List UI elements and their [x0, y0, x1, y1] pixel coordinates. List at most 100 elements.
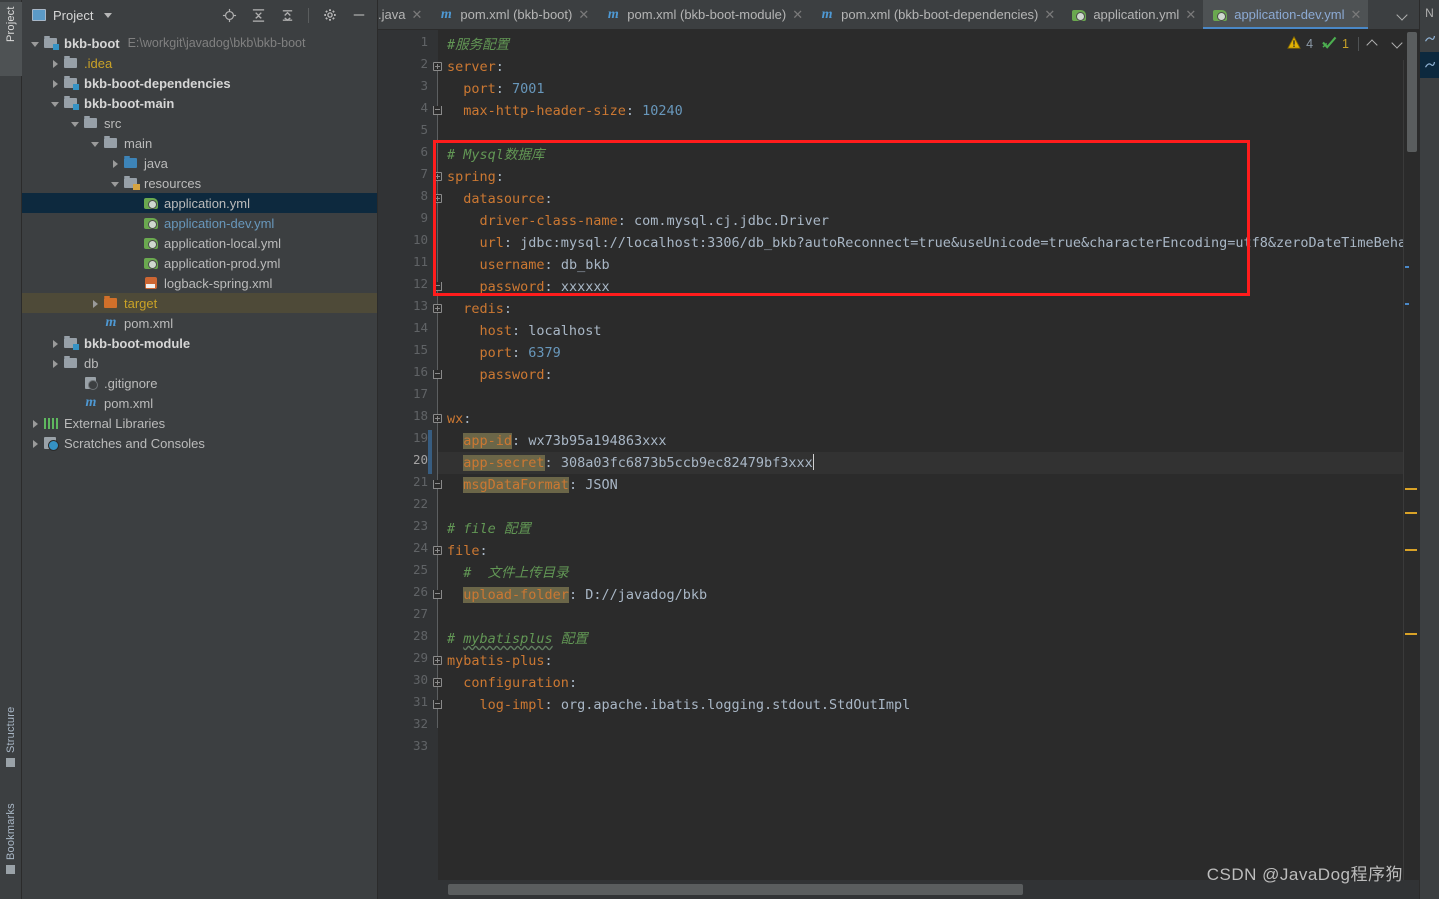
- editor-tab--java[interactable]: .java ✕: [378, 0, 429, 29]
- marker-blue[interactable]: [1405, 303, 1409, 305]
- tree-item-pom-xml[interactable]: m pom.xml: [22, 393, 377, 413]
- editor-marker-bar[interactable]: [1403, 60, 1419, 880]
- code-line[interactable]: # file 配置: [447, 518, 531, 540]
- code-line[interactable]: log-impl: org.apache.ibatis.logging.stdo…: [447, 694, 911, 716]
- tree-item-application-local-yml[interactable]: application-local.yml: [22, 233, 377, 253]
- tree-item-src[interactable]: src: [22, 113, 377, 133]
- code-line[interactable]: configuration:: [447, 672, 577, 694]
- tree-item-bkb-boot[interactable]: bkb-boot E:\workgit\javadog\bkb\bkb-boot: [22, 33, 377, 53]
- code-line[interactable]: # 文件上传目录: [447, 562, 568, 584]
- code-line[interactable]: upload-folder: D://javadog/bkb: [447, 584, 707, 606]
- code-line[interactable]: host: localhost: [447, 320, 602, 342]
- chevron-right-icon[interactable]: [50, 358, 61, 369]
- chevron-down-icon[interactable]: [90, 138, 101, 149]
- right-strip-maven-icon[interactable]: [1420, 26, 1439, 52]
- tree-item-pom-xml[interactable]: m pom.xml: [22, 313, 377, 333]
- chevron-right-icon[interactable]: [90, 298, 101, 309]
- tree-item-main[interactable]: main: [22, 133, 377, 153]
- tree-item-java[interactable]: java: [22, 153, 377, 173]
- chevron-down-icon-nav[interactable]: [1393, 37, 1403, 51]
- chevron-down-icon[interactable]: [70, 118, 81, 129]
- code-line[interactable]: wx:: [447, 408, 471, 430]
- expand-all-icon[interactable]: [250, 7, 266, 23]
- tree-item-scratches-and-consoles[interactable]: Scratches and Consoles: [22, 433, 377, 453]
- vcs-change-marker[interactable]: [428, 430, 432, 474]
- chevron-right-icon[interactable]: [30, 418, 41, 429]
- tool-window-button-project[interactable]: Project: [0, 2, 22, 76]
- editor-tab-pom-xml-bkb-boot-module-[interactable]: m pom.xml (bkb-boot-module) ✕: [596, 0, 810, 29]
- tree-item-resources[interactable]: resources: [22, 173, 377, 193]
- code-line[interactable]: driver-class-name: com.mysql.cj.jdbc.Dri…: [447, 210, 830, 232]
- settings-gear-icon[interactable]: [322, 7, 338, 23]
- editor-tab-pom-xml-bkb-boot-[interactable]: m pom.xml (bkb-boot) ✕: [429, 0, 596, 29]
- tree-item-bkb-boot-module[interactable]: bkb-boot-module: [22, 333, 377, 353]
- tree-item-application-prod-yml[interactable]: application-prod.yml: [22, 253, 377, 273]
- project-file-tree[interactable]: bkb-boot E:\workgit\javadog\bkb\bkb-boot.…: [22, 30, 377, 899]
- code-line[interactable]: url: jdbc:mysql://localhost:3306/db_bkb?…: [447, 232, 1439, 254]
- tree-item-logback-spring-xml[interactable]: logback-spring.xml: [22, 273, 377, 293]
- marker-yellow[interactable]: [1405, 488, 1417, 490]
- editor-gutter[interactable]: 1 2 3 4 5 6 7 8 9 10 11 12 13 14 15 16 17 18 19 20 21 22 23 24 2…: [378, 30, 438, 899]
- close-icon[interactable]: ✕: [1185, 8, 1196, 21]
- code-line[interactable]: max-http-header-size: 10240: [447, 100, 682, 122]
- code-line[interactable]: datasource:: [447, 188, 552, 210]
- tool-window-button-bookmarks[interactable]: Bookmarks: [0, 799, 22, 891]
- chevron-down-icon[interactable]: [50, 98, 61, 109]
- chevron-down-icon[interactable]: [104, 12, 113, 18]
- inspection-status-bar[interactable]: 4 1: [1287, 33, 1403, 55]
- code-line[interactable]: username: db_bkb: [447, 254, 610, 276]
- code-line[interactable]: app-secret: 308a03fc6873b5ccb9ec82479bf3…: [447, 452, 814, 474]
- locate-icon[interactable]: [221, 7, 237, 23]
- code-line[interactable]: #服务配置: [447, 34, 509, 56]
- close-icon[interactable]: ✕: [578, 8, 589, 21]
- tree-item-target[interactable]: target: [22, 293, 377, 313]
- tab-list-chevron-down-icon[interactable]: [1393, 3, 1413, 27]
- tree-item-bkb-boot-dependencies[interactable]: bkb-boot-dependencies: [22, 73, 377, 93]
- collapse-all-icon[interactable]: [279, 7, 295, 23]
- chevron-right-icon[interactable]: [50, 78, 61, 89]
- chevron-right-icon[interactable]: [50, 338, 61, 349]
- tree-item-application-yml[interactable]: application.yml: [22, 193, 377, 213]
- chevron-right-icon[interactable]: [50, 58, 61, 69]
- code-line[interactable]: password:: [447, 364, 553, 386]
- marker-yellow[interactable]: [1405, 512, 1417, 514]
- tree-item-application-dev-yml[interactable]: application-dev.yml: [22, 213, 377, 233]
- code-content[interactable]: #服务配置 server: port: 7001 max-http-header-…: [438, 30, 1439, 899]
- editor-tab-application-dev-yml[interactable]: application-dev.yml ✕: [1203, 0, 1369, 29]
- tree-item-external-libraries[interactable]: External Libraries: [22, 413, 377, 433]
- close-icon[interactable]: ✕: [792, 8, 803, 21]
- minimize-icon[interactable]: [351, 7, 367, 23]
- code-line[interactable]: port: 6379: [447, 342, 561, 364]
- code-line[interactable]: msgDataFormat: JSON: [447, 474, 618, 496]
- code-editor[interactable]: 1 2 3 4 5 6 7 8 9 10 11 12 13 14 15 16 17 18 19 20 21 22 23 24 2…: [378, 30, 1439, 899]
- editor-tab-application-yml[interactable]: application.yml ✕: [1062, 0, 1203, 29]
- code-line[interactable]: mybatis-plus:: [447, 650, 553, 672]
- chevron-down-icon[interactable]: [110, 178, 121, 189]
- tree-item-bkb-boot-main[interactable]: bkb-boot-main: [22, 93, 377, 113]
- tree-item-db[interactable]: db: [22, 353, 377, 373]
- chevron-right-icon[interactable]: [30, 438, 41, 449]
- close-icon[interactable]: ✕: [1351, 8, 1362, 21]
- code-line[interactable]: app-id: wx73b95a194863xxx: [447, 430, 666, 452]
- code-line[interactable]: port: 7001: [447, 78, 544, 100]
- code-line[interactable]: redis:: [447, 298, 512, 320]
- editor-tab-pom-xml-bkb-boot-dependencies-[interactable]: m pom.xml (bkb-boot-dependencies) ✕: [810, 0, 1062, 29]
- code-line[interactable]: # mybatisplus 配置: [447, 628, 588, 650]
- close-icon[interactable]: ✕: [411, 8, 422, 21]
- chevron-down-icon[interactable]: [30, 38, 41, 49]
- code-line[interactable]: # Mysql数据库: [447, 144, 544, 166]
- project-panel-title-group[interactable]: Project: [32, 8, 113, 23]
- code-line[interactable]: server:: [447, 56, 504, 78]
- chevron-right-icon[interactable]: [110, 158, 121, 169]
- tree-item--gitignore[interactable]: .gitignore: [22, 373, 377, 393]
- editor-vertical-scrollbar[interactable]: [1407, 32, 1417, 152]
- code-line[interactable]: spring:: [447, 166, 504, 188]
- right-strip-notifications-icon[interactable]: N: [1420, 0, 1439, 26]
- tool-window-button-structure[interactable]: Structure: [0, 703, 22, 781]
- close-icon[interactable]: ✕: [1044, 8, 1055, 21]
- editor-tab-bar[interactable]: .java ✕ m pom.xml (bkb-boot) ✕ m pom.xml (bkb-…: [378, 0, 1439, 30]
- tree-item--idea[interactable]: .idea: [22, 53, 377, 73]
- right-strip-database-icon[interactable]: [1420, 52, 1439, 78]
- marker-yellow[interactable]: [1405, 549, 1417, 551]
- code-line[interactable]: password: xxxxxx: [447, 276, 610, 298]
